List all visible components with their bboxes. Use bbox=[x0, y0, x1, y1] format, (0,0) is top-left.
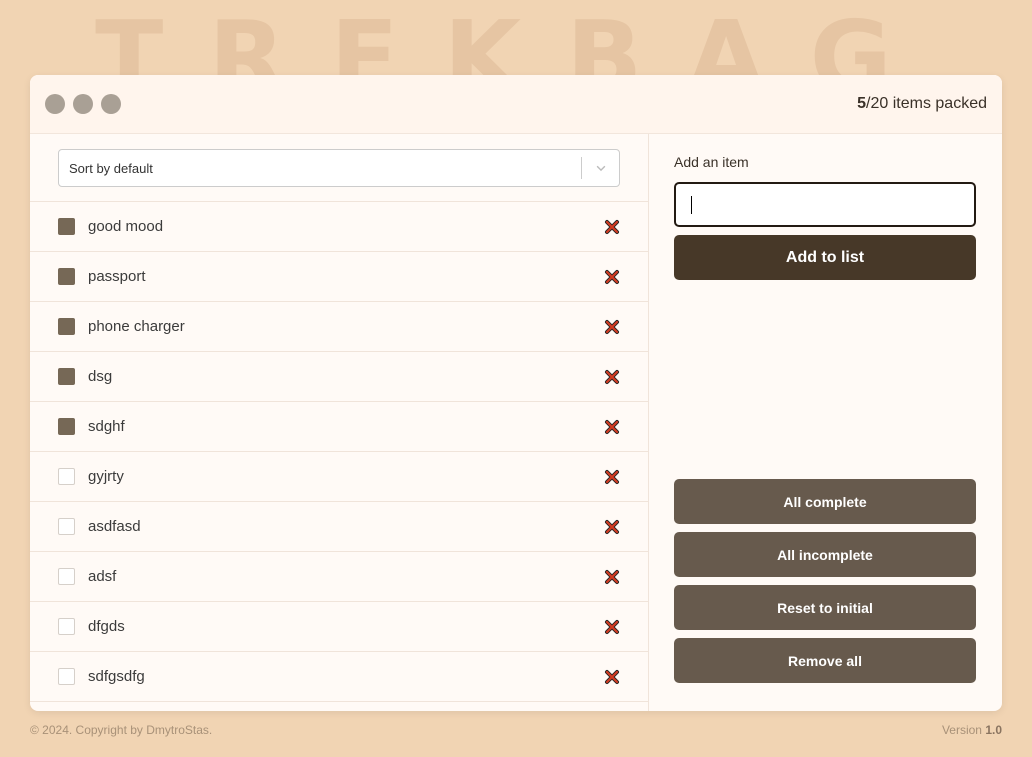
item-list-panel: Sort by default good mood passport phone c… bbox=[30, 134, 649, 711]
all-incomplete-button[interactable]: All incomplete bbox=[674, 532, 976, 577]
copyright-text: © 2024. Copyright by DmytroStas. bbox=[30, 723, 213, 737]
item-label: gyjrty bbox=[88, 468, 124, 485]
list-item: gyjrty bbox=[30, 452, 648, 502]
item-label: dfgds bbox=[88, 618, 125, 635]
close-x-icon[interactable] bbox=[604, 419, 620, 435]
item-checkbox[interactable] bbox=[58, 268, 75, 285]
close-x-icon[interactable] bbox=[604, 269, 620, 285]
item-label: asdfasd bbox=[88, 518, 141, 535]
sort-indicator bbox=[581, 150, 619, 186]
item-checkbox[interactable] bbox=[58, 668, 75, 685]
window-dots bbox=[45, 94, 121, 114]
item-checkbox[interactable] bbox=[58, 218, 75, 235]
item-label: passport bbox=[88, 268, 146, 285]
list-item: adsf bbox=[30, 552, 648, 602]
item-checkbox[interactable] bbox=[58, 518, 75, 535]
add-item-input[interactable] bbox=[674, 182, 976, 227]
sort-selected-value: Sort by default bbox=[69, 160, 153, 176]
version-number: 1.0 bbox=[985, 723, 1002, 737]
list-item: asdfasd bbox=[30, 502, 648, 552]
sort-container: Sort by default bbox=[30, 134, 648, 202]
all-complete-button[interactable]: All complete bbox=[674, 479, 976, 524]
close-x-icon[interactable] bbox=[604, 319, 620, 335]
list-item: phone charger bbox=[30, 302, 648, 352]
item-checkbox[interactable] bbox=[58, 568, 75, 585]
action-buttons: All complete All incomplete Reset to ini… bbox=[674, 479, 976, 683]
add-to-list-button[interactable]: Add to list bbox=[674, 235, 976, 280]
reset-to-initial-button[interactable]: Reset to initial bbox=[674, 585, 976, 630]
version-label: Version bbox=[941, 723, 986, 737]
circle-icon bbox=[101, 94, 121, 114]
item-label: sdghf bbox=[88, 418, 125, 435]
close-x-icon[interactable] bbox=[604, 469, 620, 485]
item-label: dsg bbox=[88, 368, 113, 385]
list-item: sdghf bbox=[30, 402, 648, 452]
item-label: good mood bbox=[88, 218, 164, 235]
main-content: Sort by default good mood passport phone c… bbox=[30, 134, 1002, 711]
item-checkbox[interactable] bbox=[58, 468, 75, 485]
item-checkbox[interactable] bbox=[58, 318, 75, 335]
list-item: dsg bbox=[30, 352, 648, 402]
sort-select[interactable]: Sort by default bbox=[58, 149, 620, 187]
close-x-icon[interactable] bbox=[604, 669, 620, 685]
list-item: dfgds bbox=[30, 602, 648, 652]
sidebar-panel: Add an item Add to list All complete All… bbox=[649, 134, 1002, 711]
list-item: sdfgsdfg bbox=[30, 652, 648, 702]
close-x-icon[interactable] bbox=[604, 519, 620, 535]
packed-count: 5 bbox=[857, 95, 867, 112]
packed-total-label: /20 items packed bbox=[866, 95, 987, 112]
item-label: phone charger bbox=[88, 318, 185, 335]
version-text: Version 1.0 bbox=[942, 723, 1002, 737]
item-label: adsf bbox=[88, 568, 117, 585]
item-label: sdfgsdfg bbox=[88, 668, 145, 685]
item-list: good mood passport phone charger dsg sdghf gy… bbox=[30, 202, 648, 702]
circle-icon bbox=[73, 94, 93, 114]
close-x-icon[interactable] bbox=[604, 219, 620, 235]
circle-icon bbox=[45, 94, 65, 114]
footer: © 2024. Copyright by DmytroStas. Version… bbox=[30, 723, 1002, 737]
add-item-label: Add an item bbox=[674, 154, 749, 170]
close-x-icon[interactable] bbox=[604, 569, 620, 585]
chevron-down-icon[interactable] bbox=[582, 161, 619, 175]
item-checkbox[interactable] bbox=[58, 418, 75, 435]
app-window: 5/20 items packed Sort by default good m… bbox=[30, 75, 1002, 711]
item-checkbox[interactable] bbox=[58, 368, 75, 385]
list-item: good mood bbox=[30, 202, 648, 252]
close-x-icon[interactable] bbox=[604, 369, 620, 385]
remove-all-button[interactable]: Remove all bbox=[674, 638, 976, 683]
app-header: 5/20 items packed bbox=[30, 75, 1002, 134]
text-caret bbox=[691, 196, 692, 214]
close-x-icon[interactable] bbox=[604, 619, 620, 635]
item-checkbox[interactable] bbox=[58, 618, 75, 635]
list-item: passport bbox=[30, 252, 648, 302]
packed-counter: 5/20 items packed bbox=[857, 95, 987, 113]
